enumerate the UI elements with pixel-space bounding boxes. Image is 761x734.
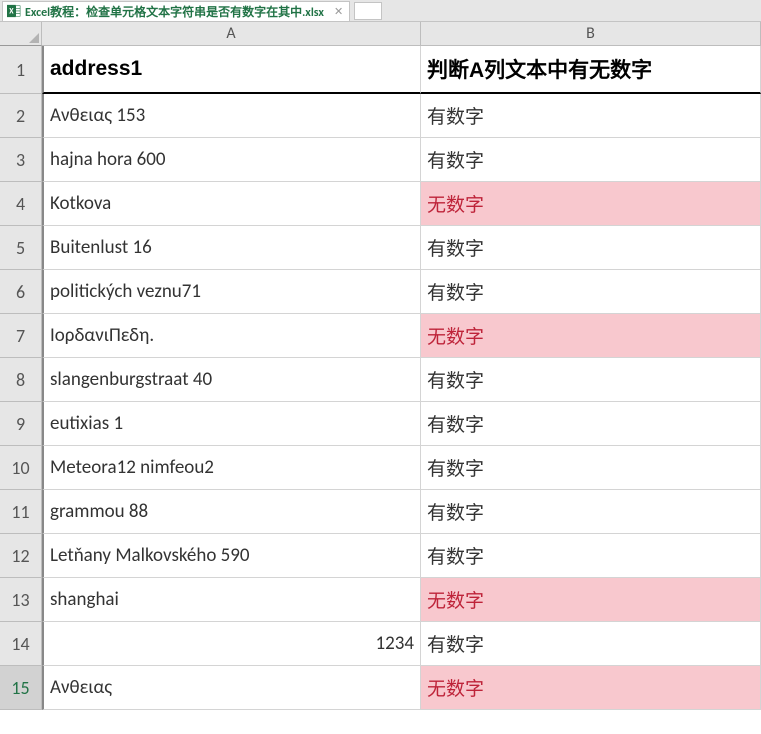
row-header-6[interactable]: 6 — [0, 270, 42, 314]
cell-B15[interactable]: 无数字 — [421, 666, 761, 710]
cell-A4[interactable]: Kotkova — [42, 182, 421, 226]
cell-B9[interactable]: 有数字 — [421, 402, 761, 446]
cell-A7[interactable]: ΙορδανιΠεδη. — [42, 314, 421, 358]
cell-B14[interactable]: 有数字 — [421, 622, 761, 666]
cell-A10[interactable]: Meteora12 nimfeou2 — [42, 446, 421, 490]
row-header-5[interactable]: 5 — [0, 226, 42, 270]
cell-A5[interactable]: Buitenlust 16 — [42, 226, 421, 270]
cell-B12[interactable]: 有数字 — [421, 534, 761, 578]
row-header-3[interactable]: 3 — [0, 138, 42, 182]
row-header-9[interactable]: 9 — [0, 402, 42, 446]
cell-A8[interactable]: slangenburgstraat 40 — [42, 358, 421, 402]
excel-file-icon: X — [7, 4, 21, 18]
cell-A6[interactable]: politických veznu71 — [42, 270, 421, 314]
workbook-tab[interactable]: X Excel教程：检查单元格文本字符串是否有数字在其中.xlsx ✕ — [2, 1, 350, 21]
cell-B3[interactable]: 有数字 — [421, 138, 761, 182]
cell-B2[interactable]: 有数字 — [421, 94, 761, 138]
cell-A14[interactable]: 1234 — [42, 622, 421, 666]
row-header-14[interactable]: 14 — [0, 622, 42, 666]
cell-A9[interactable]: eutixias 1 — [42, 402, 421, 446]
new-tab-button[interactable] — [354, 2, 382, 20]
column-header-A[interactable]: A — [42, 22, 421, 46]
cell-A3[interactable]: hajna hora 600 — [42, 138, 421, 182]
spreadsheet-grid[interactable]: A B 1 address1 判断A列文本中有无数字 2Ανθειας 153有… — [0, 22, 761, 710]
cell-A11[interactable]: grammou 88 — [42, 490, 421, 534]
row-header-13[interactable]: 13 — [0, 578, 42, 622]
row-header-7[interactable]: 7 — [0, 314, 42, 358]
cell-B13[interactable]: 无数字 — [421, 578, 761, 622]
row-header-11[interactable]: 11 — [0, 490, 42, 534]
cell-A13[interactable]: shanghai — [42, 578, 421, 622]
row-header-4[interactable]: 4 — [0, 182, 42, 226]
cell-B10[interactable]: 有数字 — [421, 446, 761, 490]
close-icon[interactable]: ✕ — [334, 5, 343, 18]
cell-B1[interactable]: 判断A列文本中有无数字 — [421, 46, 761, 94]
workbook-tab-label: Excel教程：检查单元格文本字符串是否有数字在其中.xlsx — [25, 3, 324, 20]
cell-B7[interactable]: 无数字 — [421, 314, 761, 358]
row-header-12[interactable]: 12 — [0, 534, 42, 578]
row-header-1[interactable]: 1 — [0, 46, 42, 94]
cell-A1[interactable]: address1 — [42, 46, 421, 94]
column-header-B[interactable]: B — [421, 22, 761, 46]
tab-bar: X Excel教程：检查单元格文本字符串是否有数字在其中.xlsx ✕ — [0, 0, 761, 22]
cell-B11[interactable]: 有数字 — [421, 490, 761, 534]
cell-B8[interactable]: 有数字 — [421, 358, 761, 402]
cell-B5[interactable]: 有数字 — [421, 226, 761, 270]
row-header-15[interactable]: 15 — [0, 666, 42, 710]
row-header-10[interactable]: 10 — [0, 446, 42, 490]
row-header-2[interactable]: 2 — [0, 94, 42, 138]
cell-A12[interactable]: Letňany Malkovského 590 — [42, 534, 421, 578]
cell-A2[interactable]: Ανθειας 153 — [42, 94, 421, 138]
cell-A15[interactable]: Ανθειας — [42, 666, 421, 710]
select-all-corner[interactable] — [0, 22, 42, 46]
cell-B6[interactable]: 有数字 — [421, 270, 761, 314]
cell-B4[interactable]: 无数字 — [421, 182, 761, 226]
svg-text:X: X — [9, 8, 14, 17]
row-header-8[interactable]: 8 — [0, 358, 42, 402]
